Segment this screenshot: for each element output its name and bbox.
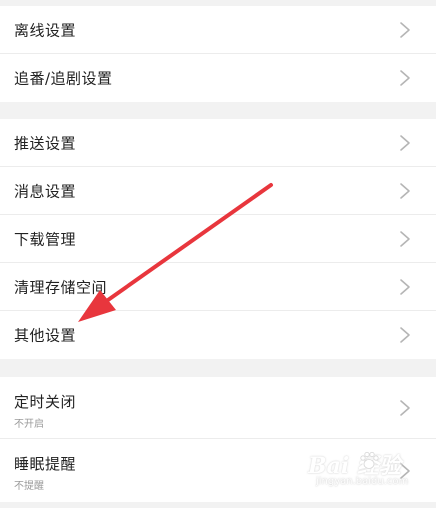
settings-group-offline: 离线设置 追番/追剧设置 xyxy=(0,6,436,102)
settings-item-clear-storage[interactable]: 清理存储空间 xyxy=(0,263,436,311)
settings-item-offline[interactable]: 离线设置 xyxy=(0,6,436,54)
settings-item-label: 推送设置 xyxy=(14,134,77,152)
chevron-right-icon xyxy=(398,134,412,152)
chevron-right-icon xyxy=(398,182,412,200)
chevron-right-icon xyxy=(398,230,412,248)
settings-item-label: 定时关闭 xyxy=(14,393,77,411)
settings-item-sublabel: 不开启 xyxy=(14,419,44,430)
settings-group-general: 推送设置 消息设置 下载管理 清理存储空间 其他设置 xyxy=(0,119,436,359)
paw-icon xyxy=(360,451,379,469)
settings-item-label: 清理存储空间 xyxy=(14,278,108,296)
chevron-right-icon xyxy=(398,69,412,87)
watermark-url: jingyan.baidu.com xyxy=(316,476,409,487)
settings-item-download[interactable]: 下载管理 xyxy=(0,215,436,263)
settings-item-timer-off[interactable]: 定时关闭 不开启 xyxy=(0,377,436,439)
settings-item-other[interactable]: 其他设置 xyxy=(0,311,436,359)
baidu-jingyan-watermark: Bai 经验 jingyan.baidu.com xyxy=(308,448,418,494)
settings-item-label: 下载管理 xyxy=(14,230,77,248)
settings-item-follow[interactable]: 追番/追剧设置 xyxy=(0,54,436,102)
chevron-right-icon xyxy=(398,21,412,39)
chevron-right-icon xyxy=(398,399,412,417)
settings-item-sublabel: 不提醒 xyxy=(14,481,44,492)
chevron-right-icon xyxy=(398,326,412,344)
settings-item-label: 其他设置 xyxy=(14,326,77,345)
settings-item-push[interactable]: 推送设置 xyxy=(0,119,436,167)
settings-item-label: 追番/追剧设置 xyxy=(14,69,113,88)
settings-item-label: 消息设置 xyxy=(14,182,77,200)
settings-item-label: 睡眠提醒 xyxy=(14,455,77,473)
settings-item-message[interactable]: 消息设置 xyxy=(0,167,436,215)
settings-item-label: 离线设置 xyxy=(14,21,77,39)
chevron-right-icon xyxy=(398,278,412,296)
settings-page: 离线设置 追番/追剧设置 推送设置 消息设置 下载管理 清理存储空间 其他设置 … xyxy=(0,0,436,508)
